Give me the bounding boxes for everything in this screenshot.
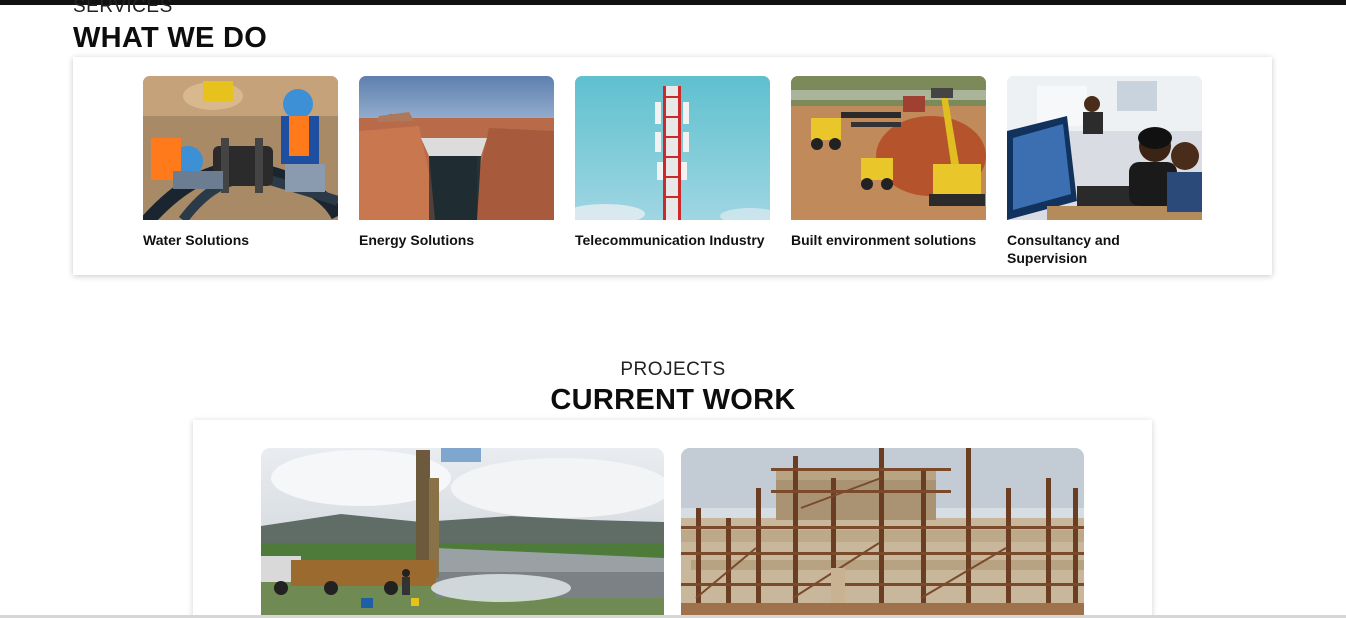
built-environment-image[interactable]	[791, 76, 986, 220]
projects-card	[193, 420, 1152, 618]
service-label[interactable]: Consultancy and Supervision	[1007, 231, 1202, 267]
water-solutions-image[interactable]	[143, 76, 338, 220]
services-title: WHAT WE DO	[73, 22, 268, 54]
service-item-built-environment[interactable]: Built environment solutions	[791, 76, 986, 249]
service-label[interactable]: Built environment solutions	[791, 231, 986, 249]
services-card: Water Solutions Energy Solutions Telecom…	[73, 57, 1272, 275]
services-eyebrow: SERVICES	[73, 0, 173, 17]
projects-eyebrow: PROJECTS	[620, 359, 726, 380]
building-construction-image[interactable]	[681, 448, 1084, 618]
energy-solutions-image[interactable]	[359, 76, 554, 220]
service-item-water[interactable]: Water Solutions	[143, 76, 338, 249]
service-label[interactable]: Telecommunication Industry	[575, 231, 770, 249]
service-item-energy[interactable]: Energy Solutions	[359, 76, 554, 249]
service-item-telecom[interactable]: Telecommunication Industry	[575, 76, 770, 249]
borehole-drilling-image[interactable]	[261, 448, 664, 618]
consultancy-image[interactable]	[1007, 76, 1202, 220]
project-item-borehole[interactable]	[261, 448, 664, 618]
projects-title: CURRENT WORK	[550, 384, 796, 416]
telecommunication-image[interactable]	[575, 76, 770, 220]
project-item-building[interactable]	[681, 448, 1084, 618]
service-label[interactable]: Water Solutions	[143, 231, 338, 249]
top-bar	[0, 0, 1346, 5]
service-item-consultancy[interactable]: Consultancy and Supervision	[1007, 76, 1202, 267]
service-label[interactable]: Energy Solutions	[359, 231, 554, 249]
